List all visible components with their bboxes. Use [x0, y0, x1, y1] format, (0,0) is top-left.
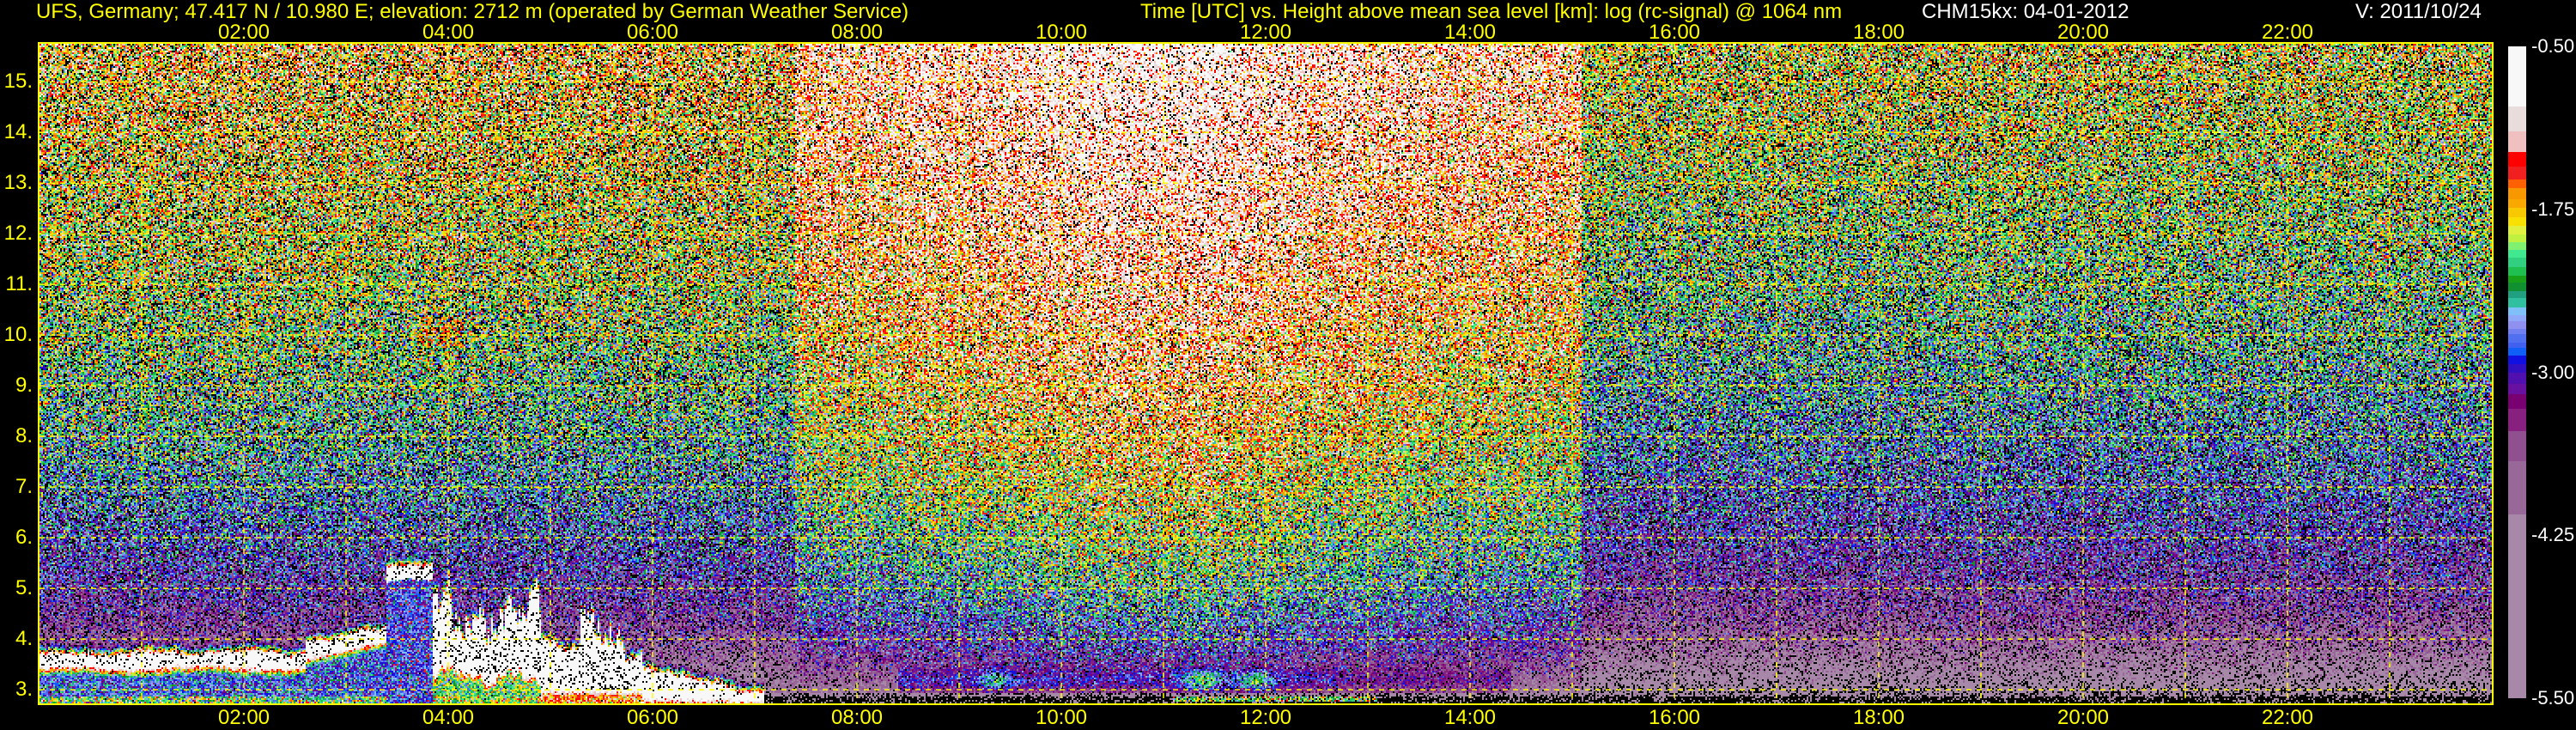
x-tick-label: 14:00: [1444, 22, 1496, 43]
instrument-date-label: CHM15kx: 04-01-2012: [1922, 2, 2129, 22]
grid-overlay: [39, 44, 2492, 703]
colorbar-segment: [2508, 384, 2526, 395]
x-tick-label: 10:00: [1036, 708, 1087, 728]
colorbar-segment: [2508, 461, 2526, 515]
x-tick-label: 04:00: [422, 708, 474, 728]
colorbar-segment: [2508, 431, 2526, 461]
colorbar-tick-label: -5.50: [2531, 689, 2574, 708]
y-tick-label: 14.: [4, 122, 33, 143]
y-tick-label: 11.: [5, 274, 33, 295]
x-tick-label: 12:00: [1240, 708, 1291, 728]
x-tick-label: 08:00: [831, 22, 883, 43]
colorbar-segment: [2508, 152, 2526, 167]
y-tick-label: 7.: [15, 477, 33, 497]
colorbar-segment: [2508, 514, 2526, 699]
colorbar-segment: [2508, 373, 2526, 385]
colorbar-segment: [2508, 298, 2526, 307]
x-tick-label: 20:00: [2057, 708, 2109, 728]
x-tick-label: 20:00: [2057, 22, 2109, 43]
x-tick-label: 18:00: [1853, 22, 1905, 43]
x-tick-label: 16:00: [1649, 708, 1700, 728]
colorbar-segment: [2508, 46, 2526, 106]
x-tick-label: 04:00: [422, 22, 474, 43]
colorbar-segment: [2508, 179, 2526, 189]
backscatter-heatmap: [39, 44, 2492, 703]
x-tick-label: 02:00: [218, 708, 270, 728]
y-tick-label: 3.: [15, 679, 33, 700]
x-tick-label: 06:00: [627, 708, 678, 728]
x-tick-label: 22:00: [2262, 708, 2313, 728]
colorbar-tick-label: -1.75: [2531, 200, 2574, 219]
colorbar-segment: [2508, 283, 2526, 292]
colorbar-segment: [2508, 394, 2526, 409]
colorbar-segment: [2508, 267, 2526, 277]
y-tick-label: 8.: [15, 426, 33, 447]
chart-title-axes: Time [UTC] vs. Height above mean sea lev…: [1140, 2, 1842, 22]
x-tick-label: 14:00: [1444, 708, 1496, 728]
x-tick-label: 16:00: [1649, 22, 1700, 43]
colorbar-tick-label: -0.50: [2531, 37, 2574, 56]
colorbar-tick-label: -4.25: [2531, 526, 2574, 544]
colorbar-segment: [2508, 188, 2526, 199]
x-tick-label: 22:00: [2262, 22, 2313, 43]
y-tick-label: 9.: [15, 375, 33, 396]
y-tick-label: 10.: [4, 325, 33, 345]
version-label: V: 2011/10/24: [2355, 2, 2482, 22]
x-tick-label: 08:00: [831, 708, 883, 728]
x-tick-label: 02:00: [218, 22, 270, 43]
x-tick-label: 18:00: [1853, 708, 1905, 728]
y-tick-label: 13.: [4, 173, 33, 193]
x-tick-label: 12:00: [1240, 22, 1291, 43]
colorbar-segment: [2508, 208, 2526, 217]
colorbar-segment: [2508, 356, 2526, 365]
colorbar-segment: [2508, 258, 2526, 267]
colorbar-segment: [2508, 167, 2526, 180]
y-tick-label: 15.: [4, 71, 33, 92]
colorbar: [2508, 46, 2526, 698]
colorbar-segment: [2508, 199, 2526, 209]
colorbar-segment: [2508, 106, 2526, 131]
x-tick-label: 10:00: [1036, 22, 1087, 43]
colorbar-segment: [2508, 409, 2526, 431]
y-tick-label: 5.: [15, 578, 33, 599]
y-tick-label: 4.: [15, 629, 33, 649]
colorbar-tick-label: -3.00: [2531, 363, 2574, 382]
chart-title-station: UFS, Germany; 47.417 N / 10.980 E; eleva…: [36, 2, 908, 22]
y-tick-label: 6.: [15, 527, 33, 548]
x-tick-label: 06:00: [627, 22, 678, 43]
colorbar-segment: [2508, 131, 2526, 153]
y-tick-label: 12.: [4, 223, 33, 244]
colorbar-segment: [2508, 217, 2526, 227]
